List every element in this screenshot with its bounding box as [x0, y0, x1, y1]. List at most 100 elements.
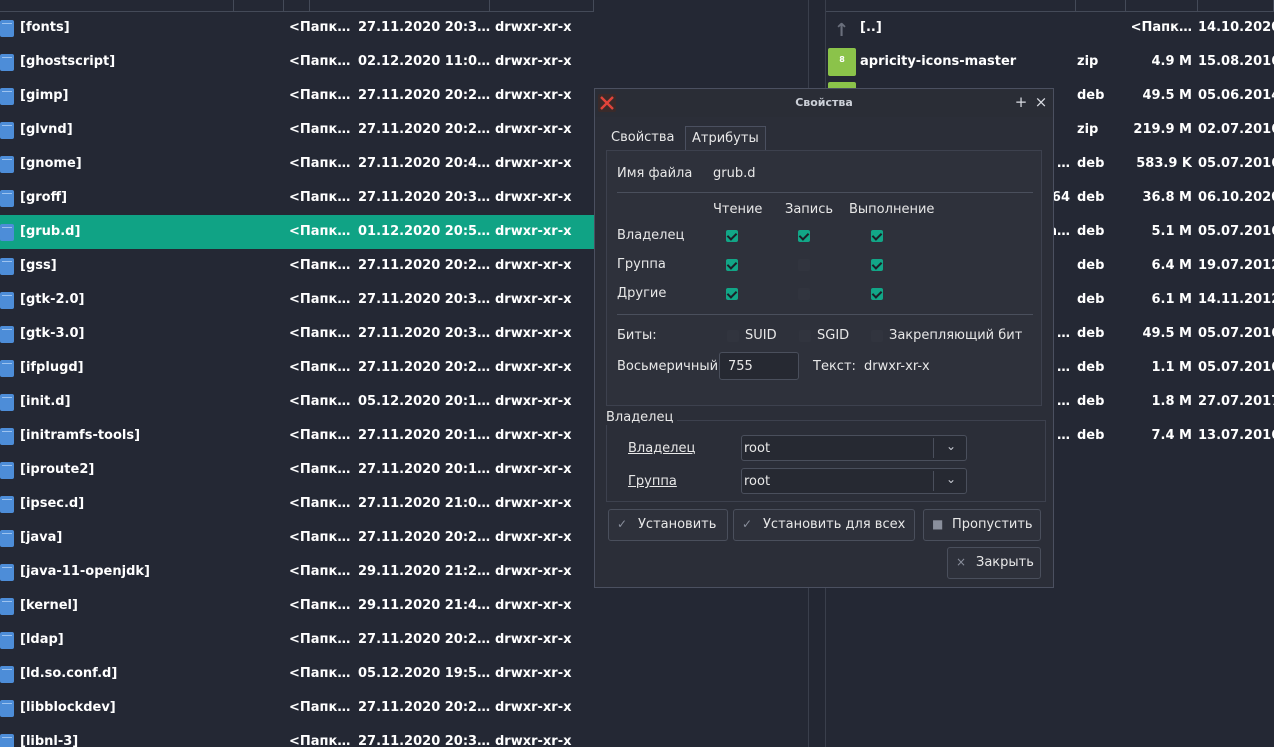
- table-row[interactable]: [fonts] <Папк… 27.11.2020 20:3… drwxr-xr-x: [0, 11, 808, 45]
- maximize-icon[interactable]: +: [1013, 93, 1029, 111]
- folder-icon: [0, 190, 14, 207]
- file-name: [gnome]: [20, 156, 82, 171]
- close-button-label: Закрыть: [976, 555, 1034, 570]
- file-ext: deb: [1077, 292, 1105, 307]
- file-date: 27.11.2020 20:3…: [358, 734, 491, 747]
- file-size: <Папк…: [289, 156, 351, 171]
- file-attr: drwxr-xr-x: [495, 54, 572, 69]
- table-row[interactable]: [libnl-3] <Папк… 27.11.2020 20:3… drwxr-xr-…: [0, 725, 808, 747]
- file-attr: drwxr-xr-x: [495, 258, 572, 273]
- file-date: 19.07.2012: [1198, 258, 1274, 273]
- file-size: <Папк…: [1130, 20, 1192, 35]
- owner-exec-checkbox[interactable]: [871, 230, 883, 242]
- table-row[interactable]: [ghostscript] <Папк… 02.12.2020 11:0… drwxr…: [0, 45, 808, 79]
- file-date: 15.08.2016: [1198, 54, 1274, 69]
- file-date: 05.12.2020 19:5…: [358, 666, 491, 681]
- file-date: 05.06.2014: [1198, 88, 1274, 103]
- folder-icon: [0, 156, 14, 173]
- file-size: <Папк…: [289, 54, 351, 69]
- file-date: 27.11.2020 20:2…: [358, 88, 491, 103]
- file-ext: deb: [1077, 258, 1105, 273]
- group-select-value: root: [744, 474, 771, 489]
- group-exec-checkbox[interactable]: [871, 259, 883, 271]
- bits-label: Биты:: [617, 328, 657, 343]
- suid-label: SUID: [745, 328, 777, 343]
- divider: [617, 192, 1033, 193]
- file-size: <Папк…: [289, 326, 351, 341]
- group-read-checkbox[interactable]: [726, 259, 738, 271]
- set-button[interactable]: ✓ Установить: [608, 509, 728, 541]
- group-write-checkbox[interactable]: [798, 259, 810, 271]
- group-select[interactable]: root ⌄: [741, 468, 967, 494]
- file-attr: drwxr-xr-x: [495, 394, 572, 409]
- file-name: [java-11-openjdk]: [20, 564, 150, 579]
- owner-read-checkbox[interactable]: [726, 230, 738, 242]
- file-name: [groff]: [20, 190, 68, 205]
- file-attr: drwxr-xr-x: [495, 326, 572, 341]
- owner-write-checkbox[interactable]: [798, 230, 810, 242]
- file-attr: drwxr-xr-x: [495, 156, 572, 171]
- owner-section-title: Владелец: [606, 410, 678, 425]
- perm-row-label-other: Другие: [617, 286, 667, 301]
- folder-icon: [0, 122, 14, 139]
- filename-value: grub.d: [713, 166, 756, 181]
- file-size: <Папк…: [289, 632, 351, 647]
- close-icon[interactable]: ×: [1033, 93, 1049, 111]
- file-date: 27.11.2020 20:3…: [358, 326, 491, 341]
- other-exec-checkbox[interactable]: [871, 288, 883, 300]
- dialog-titlebar[interactable]: Свойства + ×: [595, 89, 1053, 117]
- table-row[interactable]: ↑ [..] <Папк… 14.10.2020: [826, 11, 1274, 45]
- file-name: [gimp]: [20, 88, 69, 103]
- file-date: 02.12.2020 11:0…: [358, 54, 491, 69]
- other-write-checkbox[interactable]: [798, 288, 810, 300]
- skip-button[interactable]: ■ Пропустить: [923, 509, 1041, 541]
- tab-attributes[interactable]: Атрибуты: [685, 126, 766, 151]
- table-row[interactable]: [libblockdev] <Папк… 27.11.2020 20:2… drwxr…: [0, 691, 808, 725]
- set-all-button[interactable]: ✓ Установить для всех: [733, 509, 915, 541]
- file-name: [ld.so.conf.d]: [20, 666, 118, 681]
- owner-select[interactable]: root ⌄: [741, 435, 967, 461]
- octal-input[interactable]: 755: [719, 352, 799, 380]
- file-name: apricity-icons-master: [860, 54, 1017, 69]
- file-date: 27.11.2020 20:3…: [358, 292, 491, 307]
- file-date: 27.11.2020 20:3…: [358, 20, 491, 35]
- file-date: 13.07.2016: [1198, 428, 1274, 443]
- file-size: 5.1 M: [1151, 224, 1193, 239]
- sticky-bit-checkbox[interactable]: [871, 330, 883, 342]
- file-ext: deb: [1077, 326, 1105, 341]
- divider: [617, 314, 1033, 315]
- table-row[interactable]: [ldap] <Папк… 27.11.2020 20:2… drwxr-xr-x: [0, 623, 808, 657]
- file-attr: drwxr-xr-x: [495, 564, 572, 579]
- trash-icon: ■: [932, 517, 944, 531]
- tab-properties[interactable]: Свойства: [605, 126, 681, 150]
- file-name: [libnl-3]: [20, 734, 79, 747]
- up-arrow-icon: ↑: [834, 20, 850, 41]
- sgid-checkbox[interactable]: [799, 330, 811, 342]
- table-row[interactable]: [kernel] <Папк… 29.11.2020 21:4… drwxr-xr-x: [0, 589, 808, 623]
- owner-combo-label: Владелец: [628, 441, 696, 456]
- file-date: 05.07.2016: [1198, 360, 1274, 375]
- perm-header-read: Чтение: [713, 202, 763, 217]
- close-button[interactable]: × Закрыть: [947, 547, 1041, 579]
- table-row[interactable]: apricity-icons-master zip 4.9 M 15.08.2016: [826, 45, 1274, 79]
- file-size: <Папк…: [289, 530, 351, 545]
- folder-icon: [0, 88, 14, 105]
- file-name: [java]: [20, 530, 63, 545]
- suid-checkbox[interactable]: [727, 330, 739, 342]
- file-date: 27.11.2020 20:2…: [358, 258, 491, 273]
- folder-icon: [0, 462, 14, 479]
- other-read-checkbox[interactable]: [726, 288, 738, 300]
- file-date: 27.11.2020 20:2…: [358, 632, 491, 647]
- file-name: [kernel]: [20, 598, 78, 613]
- file-size: <Папк…: [289, 88, 351, 103]
- table-row[interactable]: [ld.so.conf.d] <Папк… 05.12.2020 19:5… drwx…: [0, 657, 808, 691]
- file-size: <Папк…: [289, 360, 351, 375]
- file-attr: drwxr-xr-x: [495, 530, 572, 545]
- file-attr: drwxr-xr-x: [495, 88, 572, 103]
- folder-icon: [0, 530, 14, 547]
- file-size: 49.5 M: [1142, 88, 1192, 103]
- file-date: 27.11.2020 20:2…: [358, 360, 491, 375]
- file-date: 27.11.2020 20:1…: [358, 428, 491, 443]
- file-ext: deb: [1077, 224, 1105, 239]
- file-attr: drwxr-xr-x: [495, 428, 572, 443]
